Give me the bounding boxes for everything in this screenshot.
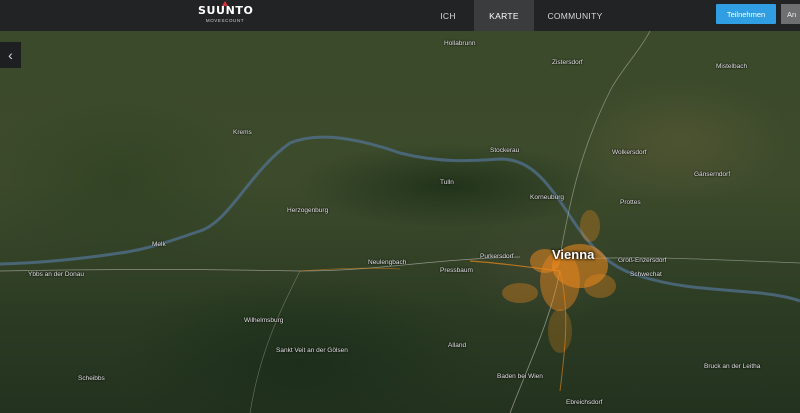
place-scheibbs: Scheibbs bbox=[78, 375, 105, 382]
logo-sub-text: MOVESCOUNT bbox=[205, 18, 245, 23]
place-schwechat: Schwechat bbox=[630, 271, 662, 278]
place-korneuburg: Korneuburg bbox=[530, 194, 564, 201]
place-mistelbach: Mistelbach bbox=[716, 63, 748, 70]
satellite-map[interactable]: Vienna Krems Tulln Purkersdorf Pressbaum… bbox=[0, 31, 800, 413]
place-herzogenburg: Herzogenburg bbox=[287, 207, 329, 214]
place-alland: Alland bbox=[448, 342, 467, 349]
place-gaenserndorf: Gänserndorf bbox=[694, 171, 731, 178]
back-arrow-button[interactable]: ‹ bbox=[0, 42, 21, 68]
danube-river bbox=[0, 135, 800, 303]
place-prottes: Prottes bbox=[620, 199, 641, 206]
place-baden: Baden bei Wien bbox=[497, 373, 543, 380]
place-hollabrunn: Hollabrunn bbox=[444, 40, 476, 47]
place-vienna: Vienna bbox=[552, 247, 595, 262]
map-overlay-svg bbox=[0, 31, 800, 413]
nav-community[interactable]: COMMUNITY bbox=[540, 0, 610, 31]
join-button[interactable]: Teilnehmen bbox=[716, 4, 776, 24]
place-bruck: Bruck an der Leitha bbox=[704, 363, 761, 370]
place-purkersdorf: Purkersdorf bbox=[480, 253, 514, 260]
place-tulln: Tulln bbox=[440, 179, 454, 186]
place-stockerau: Stockerau bbox=[490, 147, 520, 154]
place-ybbs: Ybbs an der Donau bbox=[28, 271, 85, 278]
place-sankt-veit: Sankt Veit an der Gölsen bbox=[276, 347, 348, 354]
logo-brand-text: SUUNTO bbox=[198, 4, 254, 17]
place-ebreichsdorf: Ebreichsdorf bbox=[566, 399, 603, 406]
place-gross-enzersdorf: Groß-Enzersdorf bbox=[618, 257, 667, 264]
place-wilhelmsburg: Wilhelmsburg bbox=[244, 317, 284, 324]
place-zistersdorf: Zistersdorf bbox=[552, 59, 583, 66]
nav-ich[interactable]: ICH bbox=[424, 0, 472, 31]
logo-triangle-icon bbox=[222, 1, 228, 6]
nav-karte[interactable]: KARTE bbox=[474, 0, 534, 31]
road-south-west bbox=[249, 270, 301, 413]
suunto-logo[interactable]: SUUNTO MOVESCOUNT bbox=[198, 1, 254, 24]
activity-heatmap bbox=[502, 210, 616, 353]
place-krems: Krems bbox=[233, 129, 252, 136]
place-pressbaum: Pressbaum bbox=[440, 267, 473, 274]
top-navigation-bar: SUUNTO MOVESCOUNT ICH KARTE COMMUNITY Te… bbox=[0, 0, 800, 31]
place-neulengbach: Neulengbach bbox=[368, 259, 407, 266]
place-wolkersdorf: Wolkersdorf bbox=[612, 149, 647, 156]
chevron-left-icon: ‹ bbox=[8, 47, 13, 63]
place-melk: Melk bbox=[152, 241, 166, 248]
login-button[interactable]: An bbox=[781, 4, 800, 24]
